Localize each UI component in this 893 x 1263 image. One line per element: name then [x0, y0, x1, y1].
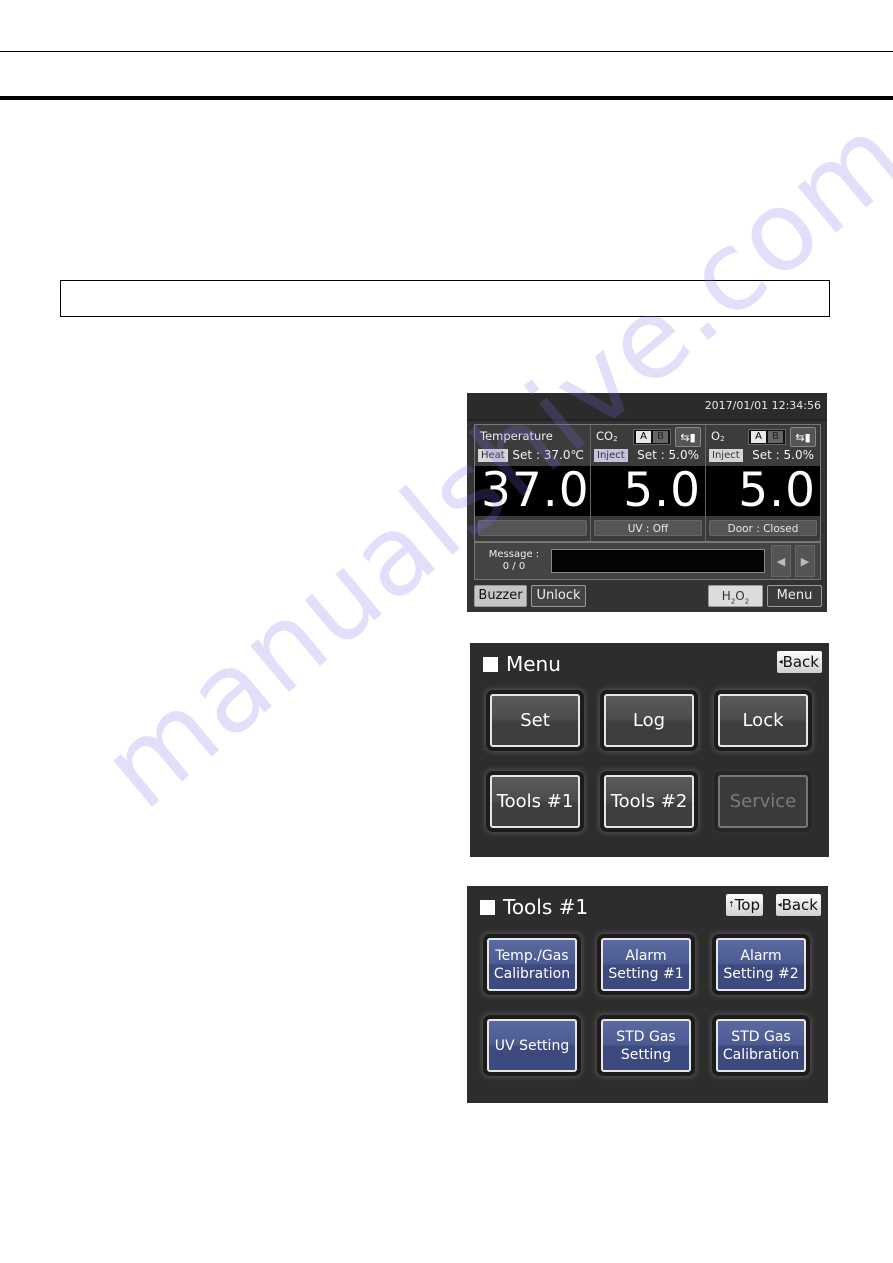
log-tile[interactable]: Log [604, 694, 694, 747]
std-gas-calibration-tile[interactable]: STD Gas Calibration [716, 1019, 806, 1072]
tools-1-tile[interactable]: Tools #1 [490, 775, 580, 828]
message-label: Message : 0 / 0 [483, 549, 545, 573]
menu-button[interactable]: Menu [767, 585, 822, 607]
gas-cylinder-switch-icon[interactable]: ⇆▮ [675, 427, 701, 447]
message-label-text: Message : [488, 549, 540, 560]
set-tile[interactable]: Set [490, 694, 580, 747]
co2-inject-badge: Inject [594, 449, 628, 462]
co2-title: CO2 [596, 429, 618, 443]
note-box [60, 280, 830, 317]
square-icon [483, 656, 498, 672]
message-row: Message : 0 / 0 ◀ ▶ [474, 542, 821, 580]
o2-cylinder-ab-selector[interactable]: A B [748, 429, 786, 445]
co2-setpoint: Set : 5.0% [637, 448, 699, 462]
back-button[interactable]: ◂Back [776, 651, 822, 673]
heat-badge: Heat [478, 449, 508, 462]
tools1-screen: Tools #1 ↑Top ◂Back Temp./Gas Calibratio… [467, 886, 828, 1103]
readings-panel: Temperature Heat Set : 37.0℃ 37.0 CO2 A … [474, 424, 821, 542]
square-icon [480, 899, 495, 915]
temp-gas-calibration-tile[interactable]: Temp./Gas Calibration [487, 938, 577, 991]
co2-title-text: CO [596, 429, 614, 443]
temperature-header: Temperature Heat Set : 37.0℃ [475, 425, 590, 466]
uv-setting-tile[interactable]: UV Setting [487, 1019, 577, 1072]
tools1-title-text: Tools #1 [503, 895, 589, 919]
back-button[interactable]: ◂Back [775, 894, 821, 916]
header-rule-thin [0, 51, 893, 52]
temperature-status [478, 520, 587, 536]
top-button[interactable]: ↑Top [725, 894, 763, 916]
unlock-button[interactable]: Unlock [531, 585, 586, 607]
h2o2-button[interactable]: H2O2 [708, 585, 763, 607]
o2-value: 5.0 [706, 466, 820, 516]
co2-value: 5.0 [591, 466, 705, 516]
temperature-setpoint: Set : 37.0℃ [512, 448, 584, 462]
triangle-left-icon: ◂ [778, 656, 783, 666]
co2-cylinder-ab-selector[interactable]: A B [633, 429, 671, 445]
triangle-left-icon: ◂ [777, 899, 782, 909]
cylinder-b-button[interactable]: B [653, 431, 668, 443]
temperature-value: 37.0 [475, 466, 590, 516]
menu-screen: Menu ◂Back Set Log Lock Tools #1 Tools #… [470, 643, 829, 857]
co2-header: CO2 A B ⇆▮ Inject Set : 5.0% [591, 425, 705, 466]
o2-inject-badge: Inject [709, 449, 743, 462]
arrow-up-icon: ↑ [727, 899, 735, 909]
alarm-setting-1-tile[interactable]: Alarm Setting #1 [601, 938, 691, 991]
temperature-column[interactable]: Temperature Heat Set : 37.0℃ 37.0 [475, 425, 590, 541]
header-rule-thick [0, 96, 893, 100]
cylinder-a-button[interactable]: A [636, 431, 651, 443]
datetime: 2017/01/01 12:34:56 [704, 399, 821, 412]
gas-cylinder-switch-icon[interactable]: ⇆▮ [790, 427, 816, 447]
o2-title-sub: 2 [720, 435, 725, 443]
message-display [551, 549, 765, 573]
service-tile: Service [718, 775, 808, 828]
h2o2-label-o: O [735, 589, 745, 603]
o2-setpoint: Set : 5.0% [752, 448, 814, 462]
uv-status: UV : Off [594, 520, 702, 536]
back-label: Back [781, 896, 818, 914]
top-label: Top [734, 896, 760, 914]
o2-column[interactable]: O2 A B ⇆▮ Inject Set : 5.0% 5.0 Door : C… [705, 425, 820, 541]
menu-screen-title: Menu [483, 652, 561, 676]
o2-header: O2 A B ⇆▮ Inject Set : 5.0% [706, 425, 820, 466]
o2-title-text: O [711, 429, 721, 443]
message-next-button[interactable]: ▶ [795, 545, 815, 577]
triangle-left-icon: ◀ [776, 555, 786, 568]
h2o2-label-sub2: 2 [744, 597, 750, 606]
tools1-screen-title: Tools #1 [480, 895, 588, 919]
menu-title-text: Menu [506, 652, 561, 676]
triangle-right-icon: ▶ [800, 555, 810, 568]
o2-title: O2 [711, 429, 725, 443]
alarm-setting-2-tile[interactable]: Alarm Setting #2 [716, 938, 806, 991]
temperature-title: Temperature [480, 429, 553, 443]
message-prev-button[interactable]: ◀ [771, 545, 791, 577]
std-gas-setting-tile[interactable]: STD Gas Setting [601, 1019, 691, 1072]
buzzer-button[interactable]: Buzzer [474, 585, 527, 607]
lock-tile[interactable]: Lock [718, 694, 808, 747]
co2-title-sub: 2 [613, 435, 618, 443]
door-status: Door : Closed [709, 520, 817, 536]
message-count: 0 / 0 [502, 561, 526, 572]
home-screen: 2017/01/01 12:34:56 Temperature Heat Set… [467, 393, 827, 612]
co2-column[interactable]: CO2 A B ⇆▮ Inject Set : 5.0% 5.0 UV : Of… [590, 425, 705, 541]
status-bar: 2017/01/01 12:34:56 [467, 393, 827, 421]
tools-2-tile[interactable]: Tools #2 [604, 775, 694, 828]
cylinder-a-button[interactable]: A [751, 431, 766, 443]
h2o2-label-h: H [721, 589, 731, 603]
back-label: Back [782, 653, 819, 671]
cylinder-b-button[interactable]: B [768, 431, 783, 443]
